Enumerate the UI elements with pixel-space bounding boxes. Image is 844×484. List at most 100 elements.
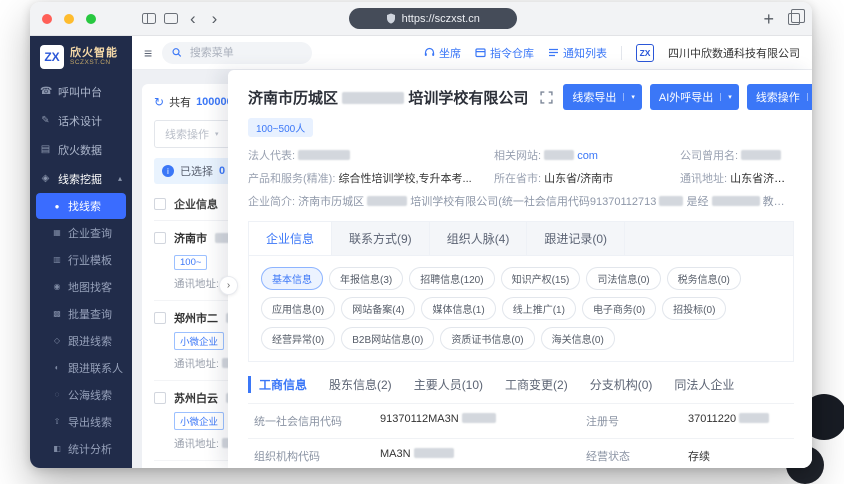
- company-tag: 100~: [174, 255, 208, 270]
- redacted-block: [413, 448, 454, 458]
- new-tab-button[interactable]: +: [763, 10, 774, 28]
- pill-b2b-site[interactable]: B2B网站信息(0): [341, 327, 435, 350]
- sidebar-item-call-center[interactable]: ☎ 呼叫中台: [30, 77, 132, 106]
- pill-annual-report[interactable]: 年报信息(3): [329, 267, 404, 290]
- collapse-panel-handle[interactable]: ›: [219, 276, 238, 295]
- company-tag: 小微企业: [174, 332, 225, 350]
- tab-company-info[interactable]: 企业信息: [249, 222, 333, 255]
- row-checkbox[interactable]: [154, 392, 166, 404]
- redacted-block: [367, 196, 408, 206]
- sidebar-item-script-design[interactable]: ✎ 话术设计: [30, 106, 132, 135]
- pill-online-promo[interactable]: 线上推广(1): [501, 297, 576, 320]
- company-tag: 小微企业: [174, 412, 225, 430]
- refresh-icon[interactable]: ↻: [154, 95, 164, 109]
- pill-tax-info[interactable]: 税务信息(0): [666, 267, 741, 290]
- sidebar-item-map-search[interactable]: ◉ 地图找客: [30, 273, 132, 300]
- sidebar-toggle-icon[interactable]: [142, 13, 156, 24]
- sidebar-item-batch-search[interactable]: ▩ 批量查询: [30, 300, 132, 327]
- url-bar[interactable]: https://sczxst.cn: [348, 8, 517, 29]
- database-icon: ▤: [40, 144, 51, 155]
- sidebar-item-company-search[interactable]: ▦ 企业查询: [30, 219, 132, 246]
- sidebar-item-public-leads[interactable]: ◌ 公海线索: [30, 381, 132, 408]
- back-button[interactable]: ‹: [186, 10, 200, 27]
- topbar-right: 坐席 指令仓库 通知列表 ZX 四川中欣数通科技有限公司: [424, 43, 800, 62]
- tab-follow-records[interactable]: 跟进记录(0): [527, 222, 626, 255]
- sidebar-item-follow-contacts[interactable]: ◐ 跟进联系人: [30, 354, 132, 381]
- chart-icon: ◧: [53, 444, 61, 453]
- tab-contact-info[interactable]: 联系方式(9): [332, 222, 430, 255]
- select-all-checkbox[interactable]: [154, 198, 166, 210]
- pill-cert-info[interactable]: 资质证书信息(0): [440, 327, 535, 350]
- chevron-down-icon: ▾: [720, 93, 739, 101]
- sidebar-subitem-label: 导出线索: [68, 416, 112, 429]
- credit-code-value: 91370112MA3N: [380, 413, 459, 425]
- bullet-icon: ●: [54, 201, 60, 211]
- search-input[interactable]: [187, 45, 303, 60]
- sidebar: ZX 欣火智能 SCZXST.CN ☎ 呼叫中台 ✎ 话术设计 ▤ 欣火数据 ◈: [30, 36, 132, 468]
- lead-ops-button[interactable]: 线索操作 ▾: [154, 120, 230, 148]
- sidebar-subitem-label: 批量查询: [68, 308, 112, 321]
- products-value: 综合性培训学校,专升本考...: [338, 173, 472, 185]
- sidebar-item-export-leads[interactable]: ⇧ 导出线索: [30, 408, 132, 435]
- section-same-legal-rep[interactable]: 同法人企业: [674, 376, 734, 393]
- pill-bidding[interactable]: 招投标(0): [662, 297, 727, 320]
- pill-abnormal-ops[interactable]: 经营异常(0): [261, 327, 336, 350]
- section-business-info[interactable]: 工商信息: [248, 376, 307, 393]
- intro-label: 企业简介:: [248, 196, 296, 208]
- pill-icp-record[interactable]: 网站备案(4): [341, 297, 416, 320]
- company-name[interactable]: 四川中欣数通科技有限公司: [668, 45, 800, 61]
- section-registry-changes[interactable]: 工商变更(2): [505, 376, 568, 393]
- notice-list-link[interactable]: 通知列表: [548, 45, 607, 61]
- ai-call-export-button[interactable]: AI外呼导出 ▾: [649, 84, 739, 110]
- fullscreen-icon[interactable]: [540, 90, 553, 104]
- pill-app-info[interactable]: 应用信息(0): [261, 297, 336, 320]
- minimize-window-button[interactable]: [64, 13, 74, 24]
- pill-judicial-info[interactable]: 司法信息(0): [586, 267, 661, 290]
- sidebar-item-find-leads[interactable]: ● 找线索: [36, 193, 126, 219]
- close-window-button[interactable]: [42, 13, 52, 24]
- website-field: 相关网站: com: [494, 147, 672, 163]
- ai-call-export-label: AI外呼导出: [658, 92, 714, 104]
- address-label: 通讯地址:: [174, 358, 219, 370]
- sidebar-subitem-label: 找线索: [68, 201, 101, 213]
- brand-logo[interactable]: ZX 欣火智能 SCZXST.CN: [30, 36, 132, 77]
- selected-prefix: 已选择: [180, 166, 213, 178]
- registration-section-tabs: 工商信息 股东信息(2) 主要人员(10) 工商变更(2) 分支机构(0) 同法…: [248, 376, 794, 393]
- lead-operation-button[interactable]: 线索操作 ▾: [746, 84, 812, 110]
- menu-collapse-icon[interactable]: ≡: [144, 45, 152, 61]
- field-label: 统一社会信用代码: [254, 416, 342, 428]
- template-icon: ▥: [53, 255, 61, 264]
- sidebar-subitem-label: 行业模板: [68, 254, 112, 267]
- sidebar-subitem-label: 公海线索: [68, 389, 112, 402]
- row-checkbox[interactable]: [154, 232, 166, 244]
- sidebar-item-follow-leads[interactable]: ◇ 跟进线索: [30, 327, 132, 354]
- pill-ip-info[interactable]: 知识产权(15): [500, 267, 581, 290]
- lead-export-button[interactable]: 线索导出 ▾: [563, 84, 642, 110]
- pill-basic-info[interactable]: 基本信息: [261, 267, 323, 290]
- website-link[interactable]: com: [577, 150, 598, 162]
- section-key-people[interactable]: 主要人员(10): [414, 376, 483, 393]
- redacted-block: [544, 150, 575, 160]
- workspace-icon[interactable]: [164, 13, 178, 24]
- sidebar-subitem-label: 跟进联系人: [68, 362, 123, 375]
- row-checkbox[interactable]: [154, 312, 166, 324]
- menu-search[interactable]: [162, 41, 313, 64]
- section-shareholders[interactable]: 股东信息(2): [329, 376, 392, 393]
- command-store-link[interactable]: 指令仓库: [475, 45, 534, 61]
- sidebar-item-statistics[interactable]: ◧ 统计分析: [30, 435, 132, 462]
- zoom-window-button[interactable]: [86, 13, 96, 24]
- tab-overview-icon[interactable]: [787, 9, 806, 25]
- section-branches[interactable]: 分支机构(0): [590, 376, 653, 393]
- tab-org-network[interactable]: 组织人脉(4): [430, 222, 528, 255]
- pill-recruit-info[interactable]: 招聘信息(120): [409, 267, 495, 290]
- seat-link[interactable]: 坐席: [424, 45, 461, 61]
- phone-icon: ☎: [40, 86, 53, 97]
- sidebar-item-lead-mining[interactable]: ◈ 线索挖掘 ▴: [30, 164, 132, 193]
- pill-ecommerce[interactable]: 电子商务(0): [581, 297, 657, 320]
- mail-address-value: 山东省济南市历城区山大南路...: [730, 173, 794, 185]
- sidebar-item-data[interactable]: ▤ 欣火数据: [30, 135, 132, 164]
- sidebar-item-industry-template[interactable]: ▥ 行业模板: [30, 246, 132, 273]
- pill-customs-info[interactable]: 海关信息(0): [540, 327, 615, 350]
- forward-button[interactable]: ›: [208, 10, 222, 27]
- pill-media-info[interactable]: 媒体信息(1): [421, 297, 496, 320]
